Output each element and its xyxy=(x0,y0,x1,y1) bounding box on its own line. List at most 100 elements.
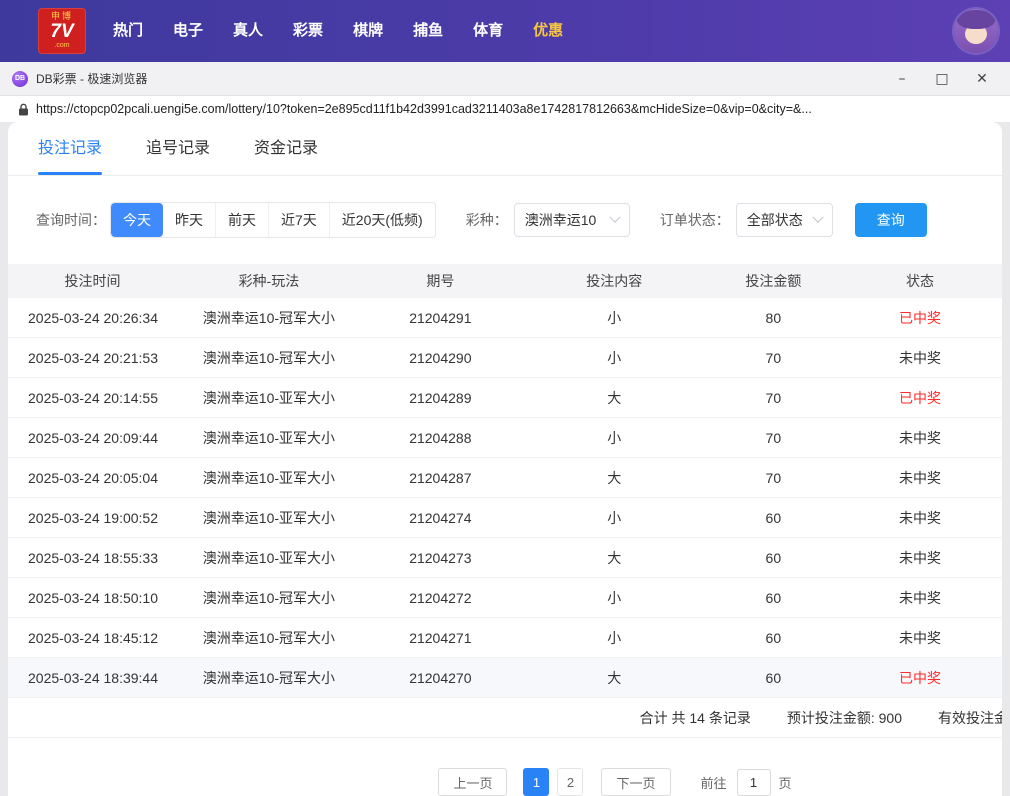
bet-time-cell: 2025-03-24 20:09:44 xyxy=(28,429,158,446)
status-cell: 已中奖 xyxy=(898,669,941,686)
bet-amount-cell: 70 xyxy=(765,349,782,366)
bet-time-cell: 2025-03-24 18:55:33 xyxy=(28,549,158,566)
header-status: 状态 xyxy=(905,273,934,289)
estimated-bet-amount-text: 预计投注金额: 900 xyxy=(786,709,902,726)
page-number-1[interactable]: 1 xyxy=(523,768,550,796)
bet-content-cell: 大 xyxy=(607,549,622,566)
url-text[interactable]: https://ctopcp02pcali.uengi5e.com/lotter… xyxy=(36,102,812,116)
status-cell: 未中奖 xyxy=(898,629,941,646)
table-row: 2025-03-24 20:05:04 澳洲幸运10-亚军大小 21204287… xyxy=(8,458,1002,498)
status-cell: 已中奖 xyxy=(898,389,941,406)
page-background: 投注记录 追号记录 资金记录 查询时间： 今天 昨天 前天 近7天 近20天(低… xyxy=(0,122,1010,796)
tab-fund-records[interactable]: 资金记录 xyxy=(254,122,318,175)
browser-titlebar: DB DB彩票 - 极速浏览器 – □ ✕ xyxy=(0,62,1010,96)
page-unit-label: 页 xyxy=(778,775,792,791)
issue-cell: 21204289 xyxy=(409,389,472,406)
page-card: 投注记录 追号记录 资金记录 查询时间： 今天 昨天 前天 近7天 近20天(低… xyxy=(8,122,1002,796)
status-cell: 未中奖 xyxy=(898,349,941,366)
table-row: 2025-03-24 20:21:53 澳洲幸运10-冠军大小 21204290… xyxy=(8,338,1002,378)
nav-item-promotions[interactable]: 优惠 xyxy=(518,0,578,62)
issue-cell: 21204287 xyxy=(409,469,472,486)
lottery-type-value: 澳洲幸运10 xyxy=(524,212,597,228)
issue-cell: 21204273 xyxy=(409,549,472,566)
play-type-cell: 澳洲幸运10-冠军大小 xyxy=(202,349,336,366)
issue-cell: 21204291 xyxy=(409,309,472,326)
order-status-value: 全部状态 xyxy=(746,212,803,228)
goto-page-label: 前往 xyxy=(700,775,727,791)
time-option-day-before[interactable]: 前天 xyxy=(215,203,268,237)
status-cell: 未中奖 xyxy=(898,589,941,606)
close-icon[interactable]: ✕ xyxy=(962,65,1002,93)
issue-cell: 21204272 xyxy=(409,589,472,606)
time-option-20days[interactable]: 近20天(低频) xyxy=(328,203,435,237)
header-bet-amount: 投注金额 xyxy=(745,273,802,289)
time-option-today[interactable]: 今天 xyxy=(111,203,163,237)
logo-text-sub: .com xyxy=(54,42,70,50)
maximize-icon[interactable]: □ xyxy=(922,65,962,93)
table-row: 2025-03-24 20:09:44 澳洲幸运10-亚军大小 21204288… xyxy=(8,418,1002,458)
goto-page-input[interactable] xyxy=(736,768,771,796)
order-status-select[interactable]: 全部状态 xyxy=(735,203,833,237)
order-status-label: 订单状态： xyxy=(659,212,730,228)
site-top-nav: 申博 7V .com 热门 电子 真人 彩票 棋牌 捕鱼 体育 优惠 xyxy=(0,0,1010,62)
nav-item-live[interactable]: 真人 xyxy=(218,0,278,62)
nav-item-sports[interactable]: 体育 xyxy=(458,0,518,62)
play-type-cell: 澳洲幸运10-亚军大小 xyxy=(202,389,336,406)
issue-cell: 21204274 xyxy=(409,509,472,526)
bet-content-cell: 小 xyxy=(607,429,622,446)
status-cell: 未中奖 xyxy=(898,509,941,526)
nav-item-board-games[interactable]: 棋牌 xyxy=(338,0,398,62)
lottery-type-select[interactable]: 澳洲幸运10 xyxy=(513,203,630,237)
user-avatar[interactable] xyxy=(954,9,998,53)
nav-item-hot[interactable]: 热门 xyxy=(98,0,158,62)
header-issue-number: 期号 xyxy=(426,273,455,289)
time-option-7days[interactable]: 近7天 xyxy=(268,203,329,237)
next-page-button[interactable]: 下一页 xyxy=(601,768,671,796)
bet-time-cell: 2025-03-24 20:14:55 xyxy=(28,389,158,406)
summary-row: 合计 共 14 条记录 预计投注金额: 900 有效投注金额 xyxy=(8,698,1002,738)
play-type-cell: 澳洲幸运10-亚军大小 xyxy=(202,509,336,526)
header-bet-time: 投注时间 xyxy=(64,273,121,289)
prev-page-button[interactable]: 上一页 xyxy=(438,768,508,796)
window-controls: – □ ✕ xyxy=(882,65,1002,93)
bet-content-cell: 小 xyxy=(607,309,622,326)
play-type-cell: 澳洲幸运10-冠军大小 xyxy=(202,309,336,326)
play-type-cell: 澳洲幸运10-亚军大小 xyxy=(202,469,336,486)
time-option-yesterday[interactable]: 昨天 xyxy=(163,203,215,237)
bet-content-cell: 大 xyxy=(607,389,622,406)
valid-bet-amount-text: 有效投注金额 xyxy=(938,709,1002,726)
bet-amount-cell: 60 xyxy=(765,629,782,646)
table-row: 2025-03-24 18:45:12 澳洲幸运10-冠军大小 21204271… xyxy=(8,618,1002,658)
issue-cell: 21204290 xyxy=(409,349,472,366)
play-type-cell: 澳洲幸运10-亚军大小 xyxy=(202,549,336,566)
query-button[interactable]: 查询 xyxy=(854,203,927,237)
tab-bet-records[interactable]: 投注记录 xyxy=(38,122,103,175)
chevron-down-icon xyxy=(812,211,824,223)
bet-amount-cell: 70 xyxy=(765,429,782,446)
bet-time-cell: 2025-03-24 18:39:44 xyxy=(28,669,158,686)
nav-item-lottery[interactable]: 彩票 xyxy=(278,0,338,62)
table-row: 2025-03-24 20:14:55 澳洲幸运10-亚军大小 21204289… xyxy=(8,378,1002,418)
nav-item-electronic[interactable]: 电子 xyxy=(158,0,218,62)
bet-time-cell: 2025-03-24 18:45:12 xyxy=(28,629,158,646)
avatar-hair-shape xyxy=(957,10,995,29)
bet-amount-cell: 60 xyxy=(765,549,782,566)
page-number-2[interactable]: 2 xyxy=(557,768,584,796)
browser-addressbar[interactable]: https://ctopcp02pcali.uengi5e.com/lotter… xyxy=(0,96,1010,122)
bet-content-cell: 大 xyxy=(607,469,622,486)
site-logo[interactable]: 申博 7V .com xyxy=(38,8,86,54)
status-cell: 未中奖 xyxy=(898,549,941,566)
minimize-icon[interactable]: – xyxy=(882,65,922,93)
bet-time-cell: 2025-03-24 19:00:52 xyxy=(28,509,158,526)
bet-content-cell: 大 xyxy=(607,669,622,686)
bet-amount-cell: 80 xyxy=(765,309,782,326)
lottery-type-label: 彩种： xyxy=(465,212,508,228)
play-type-cell: 澳洲幸运10-冠军大小 xyxy=(202,669,336,686)
bet-content-cell: 小 xyxy=(607,509,622,526)
table-row: 2025-03-24 20:26:34 澳洲幸运10-冠军大小 21204291… xyxy=(8,298,1002,338)
nav-item-fishing[interactable]: 捕鱼 xyxy=(398,0,458,62)
header-bet-content: 投注内容 xyxy=(586,273,643,289)
tab-chase-records[interactable]: 追号记录 xyxy=(146,122,210,175)
bet-content-cell: 小 xyxy=(607,629,622,646)
bet-time-cell: 2025-03-24 18:50:10 xyxy=(28,589,158,606)
